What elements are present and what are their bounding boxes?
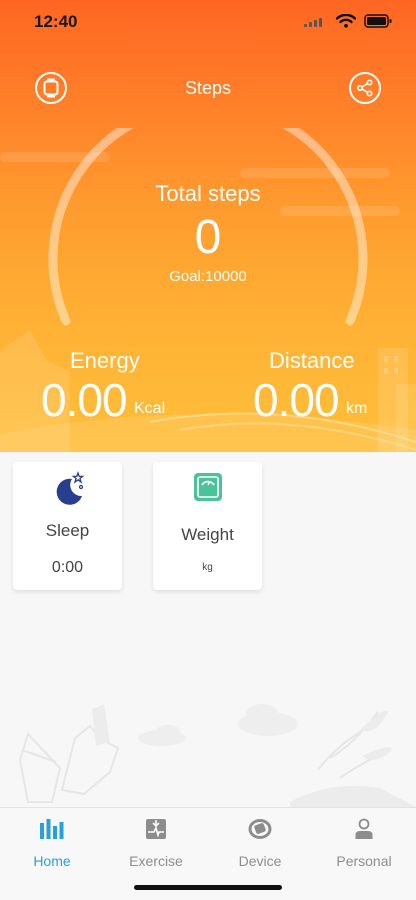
distance-value: 0.00 bbox=[253, 374, 340, 426]
status-time: 12:40 bbox=[34, 12, 78, 31]
band-icon bbox=[248, 819, 272, 839]
wifi-icon bbox=[336, 14, 356, 28]
person-icon bbox=[355, 818, 373, 839]
tab-home-icon-wrap bbox=[0, 816, 104, 842]
home-indicator bbox=[134, 885, 282, 890]
energy-value: 0.00 bbox=[41, 374, 128, 426]
share-button[interactable] bbox=[349, 72, 381, 104]
bar-chart-icon bbox=[40, 819, 64, 839]
tab-device-label: Device bbox=[238, 853, 282, 869]
tab-home[interactable]: Home bbox=[0, 816, 104, 869]
tab-personal-label: Personal bbox=[336, 853, 392, 869]
exercise-icon bbox=[146, 819, 166, 839]
total-steps-value: 0 bbox=[194, 211, 222, 264]
energy-unit: Kcal bbox=[134, 400, 166, 417]
tab-personal-icon-wrap bbox=[312, 816, 416, 842]
energy-label: Energy bbox=[70, 348, 140, 373]
tab-exercise[interactable]: Exercise bbox=[104, 816, 208, 869]
tab-exercise-icon-wrap bbox=[104, 816, 208, 842]
steps-goal: Goal:10000 bbox=[169, 268, 247, 285]
tab-device[interactable]: Device bbox=[208, 816, 312, 869]
steps-header: 12:40 Steps Total steps 0 Goal:10000 Ene… bbox=[0, 0, 416, 452]
sleep-card[interactable]: Sleep 0:00 bbox=[13, 462, 122, 590]
sleep-icon-wrap bbox=[13, 470, 122, 506]
signal-icon bbox=[304, 18, 322, 27]
sleep-label: Sleep bbox=[45, 521, 90, 540]
tab-personal[interactable]: Personal bbox=[312, 816, 416, 869]
weight-label: Weight bbox=[181, 525, 234, 544]
weight-unit: kg bbox=[202, 562, 213, 573]
status-icons bbox=[284, 14, 392, 28]
scale-icon bbox=[193, 473, 222, 501]
tab-home-label: Home bbox=[33, 853, 71, 869]
sleep-value: 0:00 bbox=[51, 559, 84, 576]
distance-label: Distance bbox=[269, 348, 355, 373]
share-icon bbox=[356, 79, 373, 97]
distance-unit: km bbox=[346, 400, 368, 417]
status-bar: 12:40 bbox=[0, 0, 416, 46]
tab-device-icon-wrap bbox=[208, 816, 312, 842]
weight-icon-wrap bbox=[153, 470, 262, 502]
landscape-illustration bbox=[18, 704, 416, 807]
weight-card[interactable]: Weight kg bbox=[153, 462, 262, 590]
tab-exercise-label: Exercise bbox=[129, 853, 183, 869]
battery-icon bbox=[364, 14, 392, 28]
total-steps-label: Total steps bbox=[155, 181, 261, 206]
moon-stars-icon bbox=[56, 471, 84, 505]
